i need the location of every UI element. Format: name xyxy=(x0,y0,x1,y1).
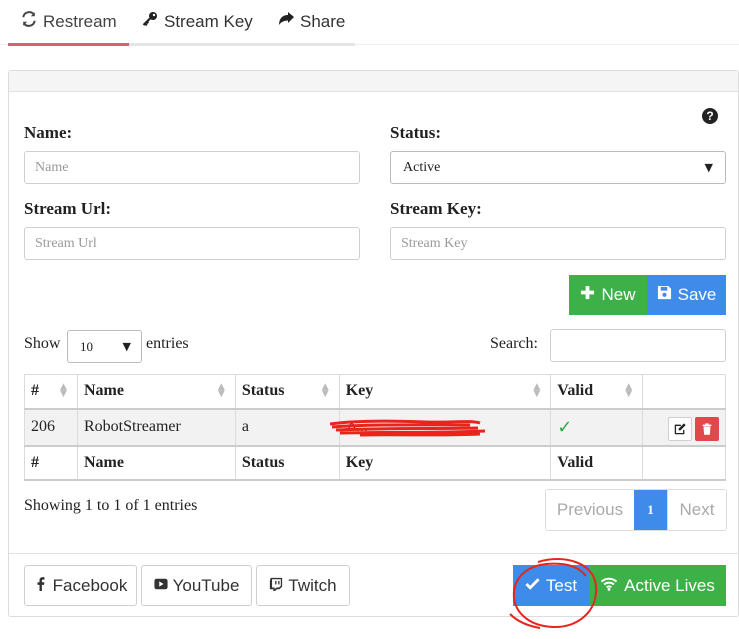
footer-name: Name xyxy=(76,444,236,481)
delete-button[interactable] xyxy=(695,416,719,441)
sort-icon: ▲ ▼ xyxy=(625,382,633,399)
footer-actions xyxy=(642,444,726,481)
column-header-key[interactable]: Key ▲ ▼ xyxy=(338,374,552,410)
key-icon xyxy=(142,11,158,32)
pagination: Previous 1 Next xyxy=(545,489,727,531)
sync-icon xyxy=(21,11,37,32)
column-header-valid[interactable]: Valid ▲ ▼ xyxy=(550,374,644,410)
active-lives-button-label: Active Lives xyxy=(624,575,715,595)
youtube-button-label: YouTube xyxy=(172,575,240,595)
facebook-button[interactable]: Facebook xyxy=(24,565,137,606)
redaction-scribble xyxy=(330,419,486,437)
save-button-label: Save xyxy=(677,285,717,304)
entries-label: entries xyxy=(146,335,189,352)
new-button[interactable]: New xyxy=(569,275,647,315)
test-button-label: Test xyxy=(545,575,578,595)
youtube-button[interactable]: YouTube xyxy=(141,565,252,606)
entries-length-value: 10 xyxy=(80,338,93,354)
chevron-down-icon: ▼ xyxy=(122,340,131,353)
column-header-id[interactable]: # ▲ ▼ xyxy=(24,374,78,410)
footer-key: Key xyxy=(338,444,552,481)
status-select-value: Active xyxy=(403,159,441,175)
column-header-status[interactable]: Status ▲ ▼ xyxy=(234,374,340,410)
wifi-icon xyxy=(600,576,618,596)
save-button[interactable]: Save xyxy=(647,275,726,315)
panel-header xyxy=(9,71,738,92)
page-1-button[interactable]: 1 xyxy=(634,490,667,530)
sort-icon: ▲ ▼ xyxy=(533,382,541,399)
tab-restream-label: Restream xyxy=(43,11,117,31)
footer-status: Status xyxy=(234,444,340,481)
table-header-row: # ▲ ▼ Name ▲ ▼ Status ▲ ▼ Key ▲ ▼ Valid ▲ ▼ xyxy=(24,374,726,410)
name-input[interactable]: Name xyxy=(24,151,360,184)
tab-restream[interactable]: Restream xyxy=(8,0,129,46)
edit-button[interactable] xyxy=(668,416,692,441)
edit-icon xyxy=(674,422,686,434)
tab-stream-key-label: Stream Key xyxy=(164,11,253,31)
stream-key-label: Stream Key: xyxy=(390,199,482,218)
previous-page-button[interactable]: Previous xyxy=(546,490,634,530)
question-circle-icon[interactable]: ? xyxy=(702,108,718,124)
youtube-icon xyxy=(154,576,168,596)
tab-share[interactable]: Share xyxy=(268,0,355,46)
cell-id: 206 xyxy=(24,408,78,446)
cell-status: a xyxy=(234,408,340,446)
footer-divider xyxy=(9,553,739,554)
search-label: Search: xyxy=(490,335,538,352)
chevron-down-icon: ▼ xyxy=(704,161,713,174)
column-header-name[interactable]: Name ▲ ▼ xyxy=(76,374,236,410)
footer-id: # xyxy=(24,444,78,481)
sort-icon: ▲ ▼ xyxy=(60,382,67,399)
status-label: Status: xyxy=(390,123,442,142)
footer-valid: Valid xyxy=(550,444,644,481)
sort-icon: ▲ ▼ xyxy=(217,382,225,399)
cell-actions xyxy=(642,408,726,446)
entries-length-select[interactable]: 10 ▼ xyxy=(67,330,142,363)
next-page-button[interactable]: Next xyxy=(667,490,726,530)
sort-icon: ▲ ▼ xyxy=(321,382,329,399)
stream-url-input[interactable]: Stream Url xyxy=(24,227,360,260)
facebook-icon xyxy=(34,576,48,596)
share-icon xyxy=(278,11,294,32)
check-icon: ✓ xyxy=(557,416,573,438)
search-input[interactable] xyxy=(550,329,726,362)
table-info: Showing 1 to 1 of 1 entries xyxy=(24,497,198,514)
active-lives-button[interactable]: Active Lives xyxy=(589,565,726,606)
twitch-icon xyxy=(269,576,283,596)
twitch-button-label: Twitch xyxy=(288,575,337,595)
table-footer-row: # Name Status Key Valid xyxy=(24,444,726,481)
status-select[interactable]: Active ▼ xyxy=(390,151,726,184)
test-button[interactable]: Test xyxy=(513,565,589,606)
new-button-label: New xyxy=(601,285,636,304)
plus-icon xyxy=(580,285,595,305)
facebook-button-label: Facebook xyxy=(52,575,128,595)
cell-valid: ✓ xyxy=(550,408,644,446)
check-icon xyxy=(525,576,540,596)
cell-name: RobotStreamer xyxy=(76,408,236,446)
show-label: Show xyxy=(24,335,61,352)
twitch-button[interactable]: Twitch xyxy=(256,565,350,606)
tab-stream-key[interactable]: Stream Key xyxy=(129,0,268,46)
stream-url-label: Stream Url: xyxy=(24,199,112,218)
trash-icon xyxy=(702,422,712,435)
column-header-actions xyxy=(642,374,726,410)
floppy-disk-icon xyxy=(657,285,672,305)
tab-bar: Restream Stream Key Share xyxy=(8,0,355,46)
name-label: Name: xyxy=(24,123,73,142)
stream-key-input[interactable]: Stream Key xyxy=(390,227,726,260)
tab-share-label: Share xyxy=(300,11,346,31)
